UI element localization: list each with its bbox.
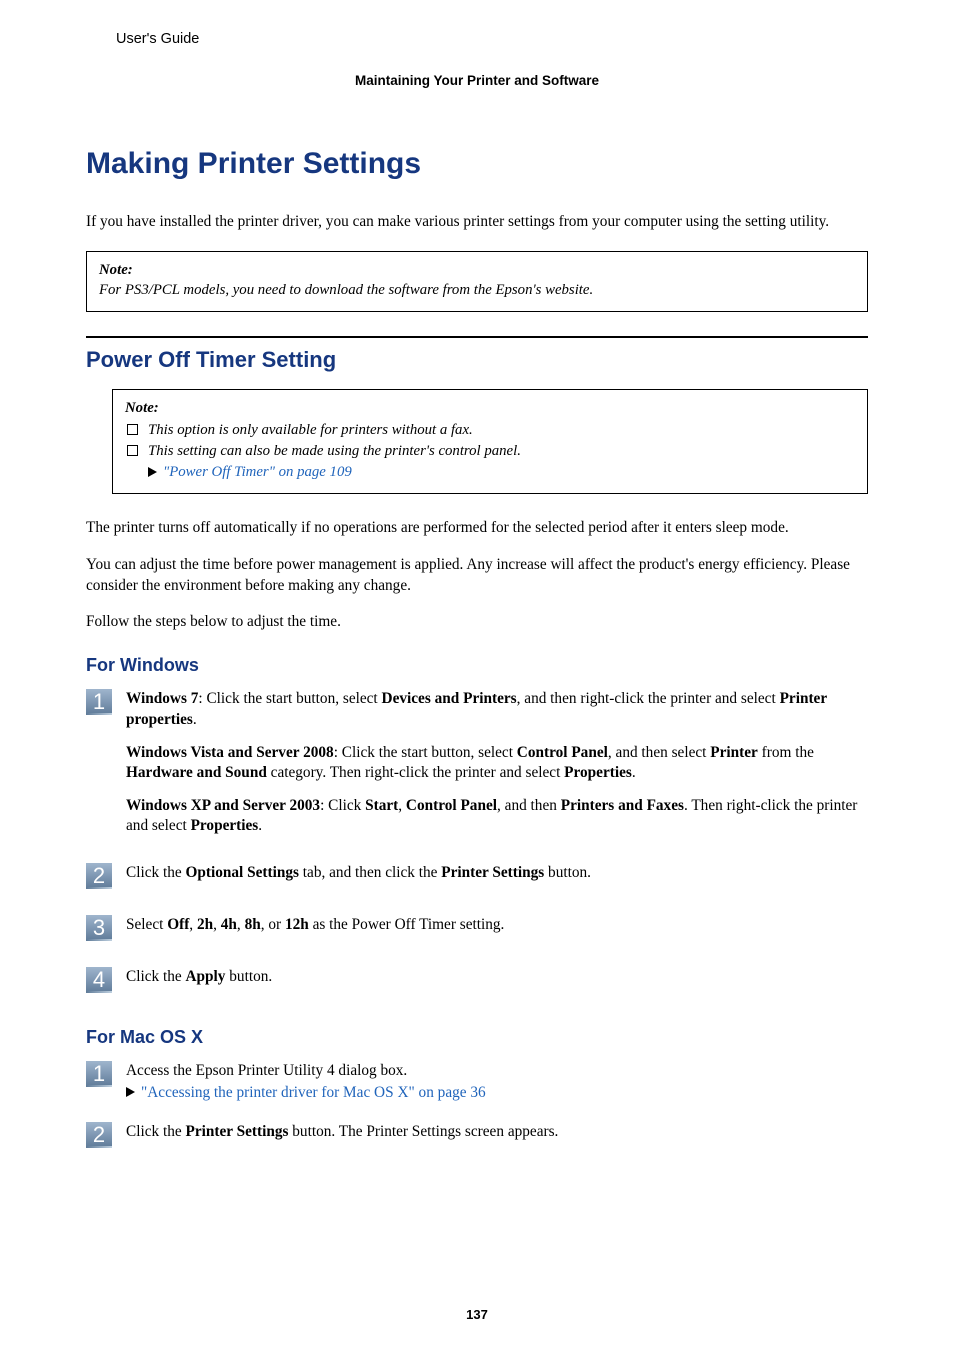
step-paragraph: Click the Apply button.: [126, 967, 868, 988]
body-paragraph: Follow the steps below to adjust the tim…: [86, 612, 868, 633]
section-label: Maintaining Your Printer and Software: [86, 72, 868, 90]
note-item: This option is only available for printe…: [127, 421, 855, 441]
step-number-badge: 1: [86, 1061, 112, 1087]
step-paragraph: Windows Vista and Server 2008: Click the…: [126, 743, 868, 784]
arrow-icon: [126, 1087, 135, 1097]
step-paragraph: Windows XP and Server 2003: Click Start,…: [126, 796, 868, 837]
step-number-badge: 4: [86, 967, 112, 993]
note-body: For PS3/PCL models, you need to download…: [99, 281, 855, 301]
subsection-heading: For Mac OS X: [86, 1025, 868, 1049]
section-heading: Power Off Timer Setting: [86, 336, 868, 375]
step-body: Click the Printer Settings button. The P…: [126, 1122, 868, 1148]
note-box: Note: For PS3/PCL models, you need to do…: [86, 251, 868, 312]
note-heading: Note:: [125, 399, 855, 419]
cross-reference-link[interactable]: "Accessing the printer driver for Mac OS…: [141, 1083, 486, 1104]
note-item: This setting can also be made using the …: [127, 442, 855, 483]
step-body: Click the Optional Settings tab, and the…: [126, 863, 868, 889]
page-title: Making Printer Settings: [86, 144, 868, 185]
step: 1 Access the Epson Printer Utility 4 dia…: [86, 1061, 868, 1103]
step: 4 Click the Apply button.: [86, 967, 868, 993]
arrow-icon: [148, 467, 157, 477]
step-body: Select Off, 2h, 4h, 8h, or 12h as the Po…: [126, 915, 868, 941]
step-paragraph: Select Off, 2h, 4h, 8h, or 12h as the Po…: [126, 915, 868, 936]
step: 3 Select Off, 2h, 4h, 8h, or 12h as the …: [86, 915, 868, 941]
step-paragraph: Click the Optional Settings tab, and the…: [126, 863, 868, 884]
note-box: Note: This option is only available for …: [112, 389, 868, 495]
page-number: 137: [0, 1306, 954, 1324]
bullet-icon: [127, 445, 138, 456]
step-number-badge: 1: [86, 689, 112, 715]
step-paragraph: Windows 7: Click the start button, selec…: [126, 689, 868, 730]
note-heading: Note:: [99, 261, 855, 281]
body-paragraph: The printer turns off automatically if n…: [86, 518, 868, 539]
note-text: This setting can also be made using the …: [148, 443, 521, 459]
step-body: Access the Epson Printer Utility 4 dialo…: [126, 1061, 868, 1103]
step-body: Click the Apply button.: [126, 967, 868, 993]
body-paragraph: You can adjust the time before power man…: [86, 555, 868, 596]
step-paragraph: Access the Epson Printer Utility 4 dialo…: [126, 1061, 868, 1082]
step-body: Windows 7: Click the start button, selec…: [126, 689, 868, 837]
step-number-badge: 2: [86, 863, 112, 889]
step-number-badge: 2: [86, 1122, 112, 1148]
subsection-heading: For Windows: [86, 653, 868, 677]
intro-paragraph: If you have installed the printer driver…: [86, 212, 868, 233]
step: 2 Click the Optional Settings tab, and t…: [86, 863, 868, 889]
step-number-badge: 3: [86, 915, 112, 941]
step: 2 Click the Printer Settings button. The…: [86, 1122, 868, 1148]
running-head: User's Guide: [86, 30, 868, 50]
cross-reference-link[interactable]: "Power Off Timer" on page 109: [163, 463, 352, 483]
step-paragraph: Click the Printer Settings button. The P…: [126, 1122, 868, 1143]
note-list: This option is only available for printe…: [125, 421, 855, 484]
bullet-icon: [127, 424, 138, 435]
step: 1 Windows 7: Click the start button, sel…: [86, 689, 868, 837]
note-text: This option is only available for printe…: [148, 421, 473, 441]
